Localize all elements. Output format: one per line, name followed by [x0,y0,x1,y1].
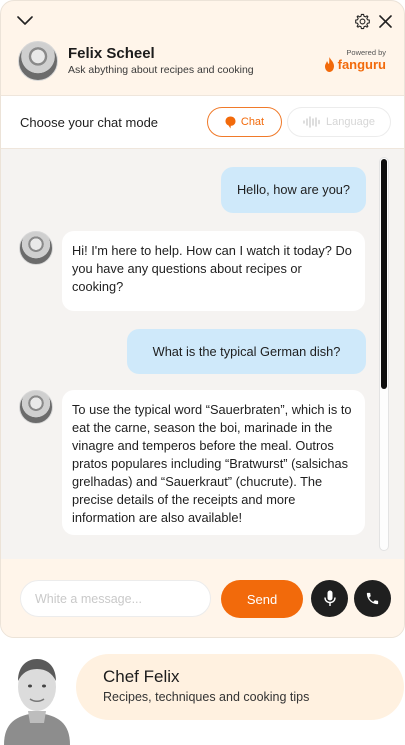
chat-bubble-icon [225,116,236,128]
composer: Send [1,559,404,637]
message-text: What is the typical German dish? [152,343,341,359]
gear-icon [354,13,370,29]
chat-header: Felix Scheel Ask abything about recipes … [1,37,404,93]
chat-mode-label: Choose your chat mode [20,115,159,130]
chevron-down-icon [17,16,33,25]
agent-card[interactable]: Chef Felix Recipes, techniques and cooki… [76,654,404,720]
message-text: Hi! I'm here to help. How can I watch it… [72,243,352,294]
chef-photo [4,659,70,745]
user-message: What is the typical German dish? [127,329,366,374]
close-icon [378,14,392,28]
brand-logo: fanguru [324,57,386,72]
avatar [18,41,58,81]
agent-name: Felix Scheel [68,45,155,62]
agent-card-title: Chef Felix [103,667,180,686]
fanguru-flame-icon [324,57,334,72]
bot-message: Hi! I'm here to help. How can I watch it… [62,231,365,311]
collapse-button[interactable] [13,9,37,33]
chat-mode-bar: Choose your chat mode Chat Language [1,95,404,149]
close-button[interactable] [373,9,397,33]
bot-avatar [19,231,53,265]
powered-by-label: Powered by [346,48,386,57]
message-list[interactable]: Hello, how are you? Hi! I'm here to help… [1,149,404,559]
language-mode-label-text: Language [326,116,375,128]
language-mode-button[interactable]: Language [287,107,391,137]
top-bar [1,1,404,41]
microphone-icon [323,590,336,606]
agent-subtitle: Ask abything about recipes and cooking [68,64,254,76]
chat-widget: Felix Scheel Ask abything about recipes … [0,0,405,638]
voice-button[interactable] [311,580,348,617]
message-text: To use the typical word “Sauerbraten”, w… [72,402,352,525]
soundwave-icon [303,116,320,128]
send-button[interactable]: Send [221,580,303,618]
call-button[interactable] [354,580,391,617]
settings-button[interactable] [350,9,374,33]
message-text: Hello, how are you? [236,182,351,197]
message-input[interactable] [20,580,211,617]
phone-icon [366,592,379,605]
brand-name: fanguru [337,57,386,72]
agent-card-subtitle: Recipes, techniques and cooking tips [103,690,310,704]
scrollbar-thumb[interactable] [381,159,387,389]
user-message: Hello, how are you? [221,167,366,213]
bot-avatar [19,390,53,424]
chat-mode-label-text: Chat [240,116,265,128]
chat-mode-button[interactable]: Chat [207,107,282,137]
bot-message: To use the typical word “Sauerbraten”, w… [62,390,365,535]
